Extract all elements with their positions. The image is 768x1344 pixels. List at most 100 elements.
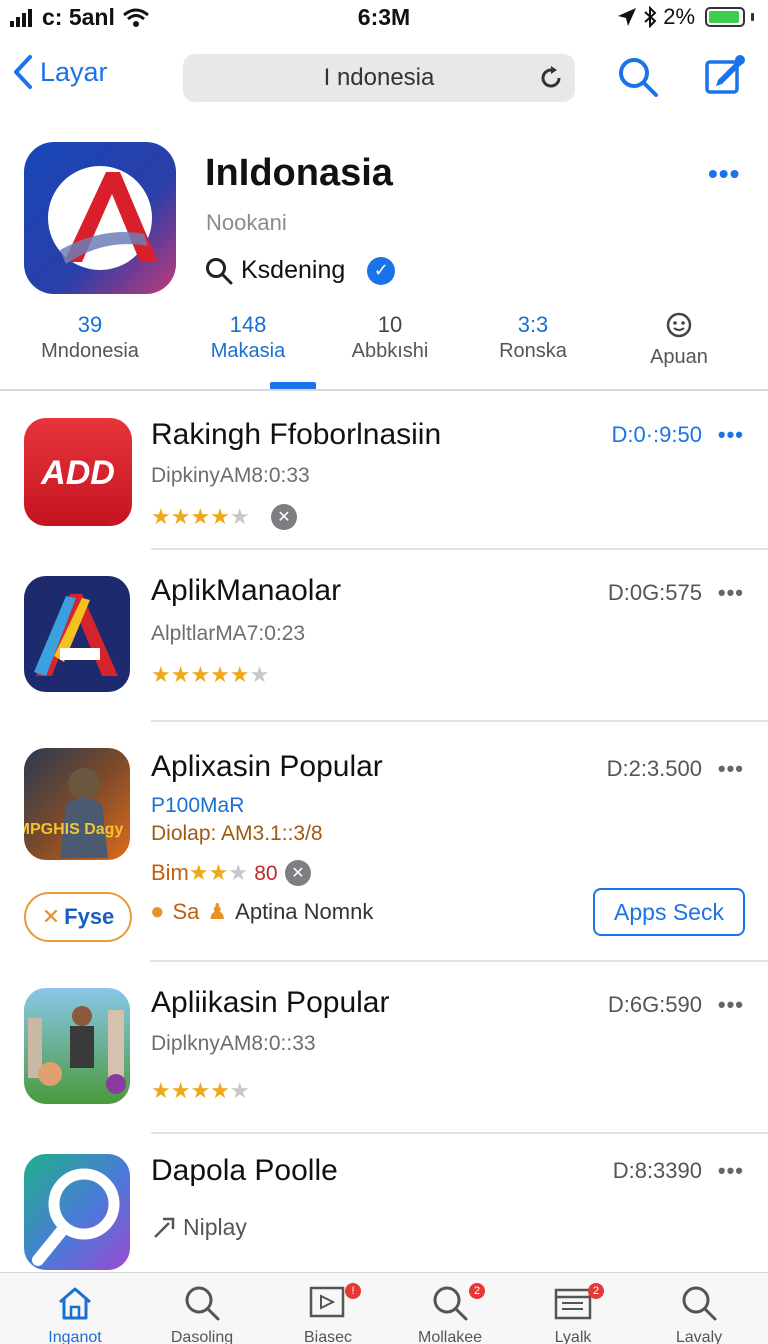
stat-label: Ronska bbox=[499, 340, 567, 362]
promo-number: Sa bbox=[172, 899, 200, 924]
search-icon bbox=[147, 1281, 257, 1325]
search-field[interactable]: I ndonesia bbox=[183, 54, 575, 102]
notification-badge: 2 bbox=[588, 1283, 604, 1299]
fyse-button[interactable]: ✕ Fyse bbox=[24, 892, 132, 942]
more-options-icon[interactable]: ••• bbox=[718, 422, 744, 448]
tab-search-2[interactable]: 2 Mollakee bbox=[395, 1281, 505, 1344]
more-options-icon[interactable]: ••• bbox=[718, 580, 744, 606]
tools-icon: ✕ bbox=[41, 904, 61, 929]
app-name: AplikManaolar bbox=[151, 574, 342, 607]
rating-prefix: Bim bbox=[151, 860, 189, 885]
app-info: DiplknyAM8:0::33 bbox=[151, 1032, 316, 1055]
app-info: AlpltlarMA7:0:23 bbox=[151, 622, 306, 645]
promo-text: Aptina Nomnk bbox=[235, 899, 374, 924]
app-icon bbox=[24, 576, 130, 692]
app-icon bbox=[24, 1154, 130, 1270]
app-price[interactable]: D:6G:590 bbox=[608, 992, 702, 1018]
smiley-icon bbox=[609, 312, 749, 344]
nav-bar: Layar I ndonesia bbox=[0, 44, 768, 114]
battery-icon bbox=[705, 7, 745, 27]
divider bbox=[151, 1132, 768, 1134]
tab-home[interactable]: Inganot bbox=[20, 1281, 130, 1344]
app-developer: Nookani bbox=[206, 210, 287, 235]
notification-badge: ! bbox=[345, 1283, 361, 1299]
tab-bar: Inganot Dasoling ! Biasec 2 Mollakee 2 L… bbox=[0, 1272, 768, 1344]
app-price[interactable]: D:0G:575 bbox=[608, 580, 702, 606]
app-name: Apliikasin Popular bbox=[151, 986, 390, 1019]
tab-search[interactable]: Dasoling bbox=[147, 1281, 257, 1344]
calendar-icon: 2 bbox=[518, 1281, 628, 1325]
stat-label: Makasia bbox=[210, 340, 286, 362]
tab-search-3[interactable]: Lavaly bbox=[644, 1281, 754, 1344]
more-options-icon[interactable]: ••• bbox=[718, 756, 744, 782]
back-button[interactable]: Layar bbox=[12, 54, 108, 90]
stats-tabs: 39 Mndonesia 148 Makasia 10 Abbkıshi 3:3… bbox=[0, 312, 768, 390]
more-options-icon[interactable]: ••• bbox=[718, 992, 744, 1018]
bluetooth-icon bbox=[644, 6, 657, 28]
back-label: Layar bbox=[40, 56, 108, 87]
more-options-icon[interactable]: ••• bbox=[708, 158, 740, 190]
stat-tab-2[interactable]: 148 Makasia bbox=[178, 312, 318, 363]
stat-value: 10 bbox=[377, 312, 403, 337]
stat-value: 39 bbox=[77, 312, 103, 337]
tab-label: Lavaly bbox=[675, 1329, 723, 1344]
app-name: Rakingh Ffoborlnasiin bbox=[151, 418, 442, 451]
stat-label: Apuan bbox=[650, 346, 708, 368]
star-rating: Bim★★★ 80 bbox=[151, 860, 278, 885]
chevron-left-icon bbox=[14, 55, 32, 89]
app-info-label: Niplay bbox=[183, 1214, 247, 1240]
stat-value: 148 bbox=[229, 312, 267, 337]
app-price[interactable]: D:2:3.500 bbox=[607, 756, 702, 782]
media-icon: ! bbox=[273, 1281, 383, 1325]
stat-tab-3[interactable]: 10 Abbkıshi bbox=[320, 312, 460, 363]
battery-tip bbox=[751, 13, 754, 21]
apps-seck-button[interactable]: Apps Seck bbox=[593, 888, 745, 936]
star-rating: ★★★★★ bbox=[151, 1078, 250, 1103]
tab-media[interactable]: ! Biasec bbox=[273, 1281, 383, 1344]
app-info: DipkinyAM8:0:33 bbox=[151, 464, 310, 487]
app-tag: P100MaR bbox=[151, 794, 245, 817]
tab-label: Mollakee bbox=[417, 1329, 483, 1344]
close-badge-icon[interactable]: ✕ bbox=[271, 504, 297, 530]
app-meta: Ksdening ✓ bbox=[205, 256, 396, 285]
tab-label: Inganot bbox=[48, 1329, 102, 1344]
app-price[interactable]: D:8:3390 bbox=[613, 1158, 702, 1184]
promo-row: ● Sa ♟ Aptina Nomnk bbox=[150, 898, 373, 926]
app-icon-text: ADD bbox=[40, 454, 115, 492]
app-header: InIdonasia ••• Nookani Ksdening ✓ 39 Mnd… bbox=[0, 130, 768, 390]
status-bar: c: 5anl 6:3M 2% bbox=[0, 0, 768, 36]
tab-label: Lyalk bbox=[554, 1329, 592, 1344]
app-meta-label: Ksdening bbox=[241, 256, 346, 284]
app-logo bbox=[24, 142, 176, 294]
stat-tab-4[interactable]: 3:3 Ronska bbox=[463, 312, 603, 363]
divider bbox=[150, 960, 768, 962]
star-rating: ★★★★★ bbox=[151, 504, 250, 529]
app-name: Dapola Poolle bbox=[151, 1154, 338, 1187]
verified-icon: ✓ bbox=[367, 256, 396, 285]
app-icon: MPGHIS Dagy bbox=[24, 748, 130, 860]
stat-value: 3:3 bbox=[517, 312, 549, 337]
gamepad-icon: ● bbox=[150, 898, 165, 925]
home-icon bbox=[20, 1281, 130, 1325]
app-title: InIdonasia bbox=[205, 152, 393, 194]
reload-icon[interactable] bbox=[537, 64, 565, 92]
rating-count: 80 bbox=[254, 862, 278, 885]
search-text: I ndonesia bbox=[323, 64, 435, 91]
fyse-label: Fyse bbox=[64, 904, 115, 929]
app-name: Aplixasin Popular bbox=[151, 750, 383, 783]
search-icon: 2 bbox=[395, 1281, 505, 1325]
divider bbox=[151, 548, 768, 550]
close-badge-icon[interactable]: ✕ bbox=[285, 860, 311, 886]
status-right: 2% bbox=[617, 4, 754, 30]
divider bbox=[0, 389, 768, 391]
app-info: Diolap: AM3.1::3/8 bbox=[151, 822, 323, 845]
app-icon bbox=[24, 988, 130, 1104]
tab-calendar[interactable]: 2 Lyalk bbox=[518, 1281, 628, 1344]
search-icon[interactable] bbox=[617, 56, 659, 98]
stat-tab-5[interactable]: Apuan bbox=[609, 312, 749, 369]
app-icon: ADD bbox=[24, 418, 132, 526]
app-price[interactable]: D:0·:9:50 bbox=[612, 422, 703, 448]
more-options-icon[interactable]: ••• bbox=[718, 1158, 744, 1184]
compose-icon[interactable] bbox=[704, 54, 746, 96]
stat-tab-1[interactable]: 39 Mndonesia bbox=[20, 312, 160, 363]
